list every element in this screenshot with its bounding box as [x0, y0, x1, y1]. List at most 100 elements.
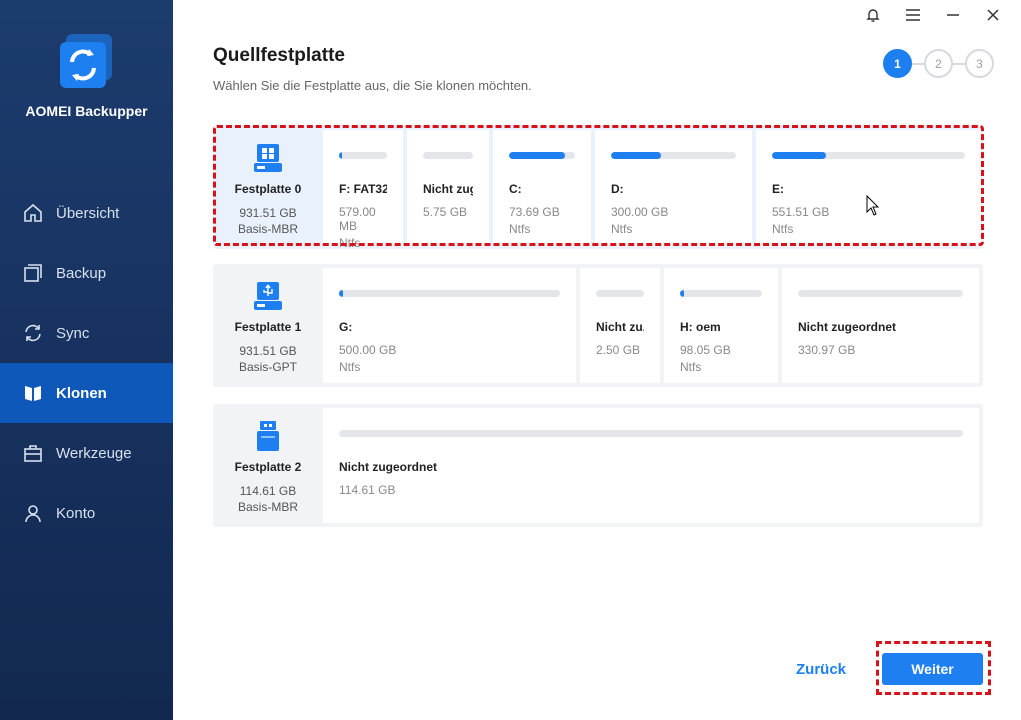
partition-d[interactable]: D: 300.00 GB Ntfs: [595, 130, 752, 245]
close-icon[interactable]: [973, 2, 1013, 28]
partition-g[interactable]: G: 500.00 GB Ntfs: [323, 268, 576, 383]
disk-name: Festplatte 2: [234, 460, 302, 474]
partition-label: H: oem: [680, 320, 721, 334]
partition-label: Nicht zug...: [423, 182, 473, 196]
sidebar: AOMEI Backupper Übersicht Backup Sync Kl…: [0, 0, 173, 720]
partition-unallocated[interactable]: Nicht zu... 2.50 GB: [580, 268, 660, 383]
back-button[interactable]: Zurück: [796, 661, 846, 678]
partition-fs: Ntfs: [339, 360, 361, 374]
app-logo-icon: [60, 34, 112, 88]
partition-unallocated[interactable]: Nicht zugeordnet 114.61 GB: [323, 408, 979, 523]
step-connector: [912, 62, 924, 65]
partition-label: F: FAT32: [339, 182, 387, 196]
sidebar-item-label: Konto: [56, 504, 96, 522]
partition-c[interactable]: C: 73.69 GB Ntfs: [493, 130, 591, 245]
partition-size: 500.00 GB: [339, 343, 397, 357]
mouse-cursor-icon: [866, 195, 880, 216]
partition-label: E:: [772, 182, 784, 196]
step-1: 1: [883, 49, 912, 78]
partition-list: F: FAT32 579.00 MB Ntfs Nicht zug... 5.7…: [323, 126, 983, 250]
sidebar-item-label: Backup: [56, 264, 107, 282]
partition-e[interactable]: E: 551.51 GB Ntfs: [756, 130, 981, 245]
partition-size: 330.97 GB: [798, 343, 856, 357]
partition-fs: Ntfs: [680, 360, 702, 374]
sidebar-item-klonen[interactable]: Klonen: [0, 363, 173, 423]
disk-type: Basis-MBR: [237, 500, 298, 514]
sidebar-item-label: Werkzeuge: [56, 444, 132, 462]
partition-fs: Ntfs: [772, 222, 794, 236]
partition-list: Nicht zugeordnet 114.61 GB: [323, 404, 983, 527]
disk-size: 114.61 GB: [239, 484, 297, 498]
sidebar-item-sync[interactable]: Sync: [0, 303, 173, 363]
disk-size: 931.51 GB: [239, 344, 297, 358]
next-button[interactable]: Weiter: [882, 653, 983, 685]
sidebar-item-label: Klonen: [56, 384, 107, 402]
usage-bar: [596, 290, 644, 297]
backup-icon: [22, 262, 44, 284]
usage-bar: [611, 152, 736, 159]
usage-bar-fill: [339, 290, 344, 297]
sidebar-nav: Übersicht Backup Sync Klonen Werkzeuge K…: [0, 183, 173, 543]
user-icon: [22, 502, 44, 524]
notification-icon[interactable]: [853, 2, 893, 28]
toolbox-icon: [22, 442, 44, 464]
partition-label: C:: [509, 182, 522, 196]
partition-size: 2.50 GB: [596, 343, 641, 357]
sidebar-item-konto[interactable]: Konto: [0, 483, 173, 543]
sidebar-item-backup[interactable]: Backup: [0, 243, 173, 303]
disk-row-0[interactable]: Festplatte 0 931.51 GB Basis-MBR F: FAT3…: [213, 126, 983, 250]
partition-f[interactable]: F: FAT32 579.00 MB Ntfs: [323, 130, 403, 250]
usage-bar: [798, 290, 963, 297]
usage-bar: [772, 152, 965, 159]
partition-fs: Ntfs: [611, 222, 633, 236]
partition-size: 300.00 GB: [611, 205, 669, 219]
partition-size: 579.00 MB: [339, 205, 376, 233]
disk-info: Festplatte 2 114.61 GB Basis-MBR: [213, 404, 323, 527]
partition-label: Nicht zugeordnet: [339, 460, 437, 474]
partition-size: 5.75 GB: [423, 205, 468, 219]
partition-unallocated[interactable]: Nicht zug... 5.75 GB: [407, 130, 489, 245]
usage-bar-fill: [611, 152, 661, 159]
partition-label: D:: [611, 182, 624, 196]
disk-type: Basis-MBR: [237, 222, 298, 236]
usage-bar: [339, 430, 963, 437]
disk-name: Festplatte 1: [234, 320, 302, 334]
partition-h[interactable]: H: oem 98.05 GB Ntfs: [664, 268, 778, 383]
partition-size: 114.61 GB: [339, 483, 396, 497]
partition-size: 98.05 GB: [680, 343, 731, 357]
partition-unallocated[interactable]: Nicht zugeordnet 330.97 GB: [782, 268, 979, 383]
menu-icon[interactable]: [893, 2, 933, 28]
sidebar-item-werkzeuge[interactable]: Werkzeuge: [0, 423, 173, 483]
disk-type: Basis-GPT: [238, 360, 297, 374]
usage-bar: [339, 290, 560, 297]
partition-label: Nicht zugeordnet: [798, 320, 896, 334]
sidebar-item-label: Sync: [56, 324, 90, 342]
partition-size: 73.69 GB: [509, 205, 560, 219]
disk-row-2[interactable]: Festplatte 2 114.61 GB Basis-MBR Nicht z…: [213, 404, 983, 527]
minimize-icon[interactable]: [933, 2, 973, 28]
window-controls: [853, 2, 1013, 28]
home-icon: [22, 202, 44, 224]
step-3: 3: [965, 49, 994, 78]
usage-bar: [423, 152, 473, 159]
sync-icon: [22, 322, 44, 344]
usb-stick-icon: [257, 421, 279, 451]
usage-bar: [509, 152, 575, 159]
windows-disk-icon: [254, 144, 282, 172]
page-subtitle: Wählen Sie die Festplatte aus, die Sie k…: [213, 78, 532, 93]
clone-icon: [22, 382, 44, 404]
sidebar-item-uebersicht[interactable]: Übersicht: [0, 183, 173, 243]
usage-bar-fill: [772, 152, 827, 159]
disk-info: Festplatte 0 931.51 GB Basis-MBR: [213, 126, 323, 249]
usage-bar-fill: [339, 152, 342, 159]
disk-row-1[interactable]: Festplatte 1 931.51 GB Basis-GPT G: 500.…: [213, 264, 983, 387]
step-indicator: 1 2 3: [883, 49, 994, 78]
disk-name: Festplatte 0: [234, 182, 302, 196]
app-name: AOMEI Backupper: [25, 103, 148, 119]
sidebar-item-label: Übersicht: [56, 204, 120, 222]
usage-bar: [339, 152, 387, 159]
step-2: 2: [924, 49, 953, 78]
partition-label: G:: [339, 320, 353, 334]
step-connector: [953, 62, 965, 65]
usage-bar-fill: [509, 152, 566, 159]
